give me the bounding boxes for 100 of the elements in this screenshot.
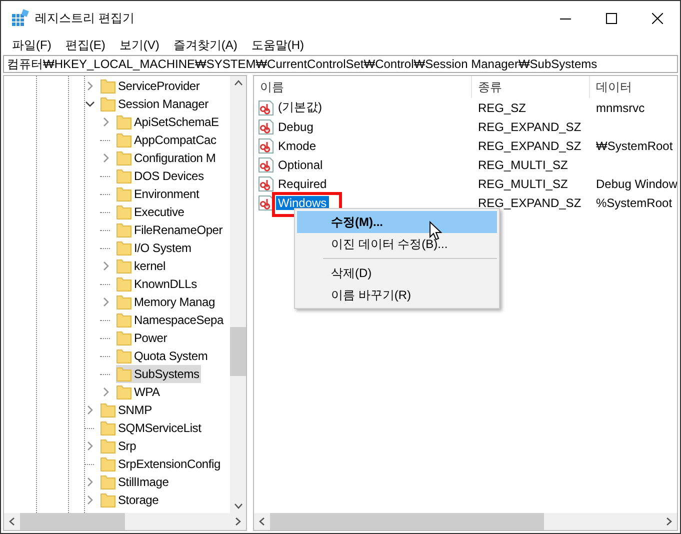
maximize-icon xyxy=(606,12,616,24)
table-cell-text: Debug Window xyxy=(595,176,677,190)
table-cell-text: REG_MULTI_SZ xyxy=(477,158,569,172)
chevron-right-icon[interactable] xyxy=(101,153,111,163)
chevron-right-icon[interactable] xyxy=(85,495,95,505)
folder-icon xyxy=(100,96,116,112)
tree-item[interactable]: StillImage xyxy=(100,473,171,491)
folder-icon xyxy=(116,204,132,220)
folder-icon xyxy=(116,276,132,292)
tree-item[interactable]: FileRenameOper xyxy=(116,221,225,239)
tree-item[interactable]: AppCompatCac xyxy=(116,131,218,149)
folder-icon xyxy=(100,402,116,418)
value-name[interactable]: Kmode xyxy=(276,138,318,152)
chevron-right-icon[interactable] xyxy=(85,477,95,487)
chevron-right-icon[interactable] xyxy=(101,261,111,271)
column-header[interactable]: 이름 xyxy=(254,76,472,98)
scrollbar-thumb[interactable] xyxy=(230,327,246,376)
tree-item[interactable]: SQMServiceList xyxy=(100,419,204,437)
menu-item[interactable]: 즐겨찾기(A) xyxy=(166,36,244,54)
column-header[interactable]: 데이터 xyxy=(590,76,677,98)
menu-item[interactable]: 삭제(D) xyxy=(297,262,497,284)
tree-item[interactable]: KnownDLLs xyxy=(116,275,199,293)
tree-item[interactable]: Srp xyxy=(100,437,138,455)
chevron-right-icon[interactable] xyxy=(85,405,95,415)
vertical-scrollbar[interactable] xyxy=(230,76,246,513)
tree-item[interactable]: SrpExtensionConfig xyxy=(100,455,222,473)
string-value-icon xyxy=(258,156,274,172)
tree-item[interactable]: SNMP xyxy=(100,401,154,419)
table-cell-text: REG_EXPAND_SZ xyxy=(477,120,582,134)
chevron-right-icon xyxy=(666,517,672,526)
folder-icon xyxy=(116,258,132,274)
chevron-left-icon xyxy=(9,517,15,526)
folder-icon xyxy=(100,456,116,472)
menu-item[interactable]: 이름 바꾸기(R) xyxy=(297,284,497,306)
chevron-up-icon xyxy=(234,80,242,86)
chevron-right-icon[interactable] xyxy=(85,81,95,91)
chevron-right-icon xyxy=(235,517,241,526)
tree-item[interactable]: Configuration M xyxy=(116,149,218,167)
menu-item[interactable]: 보기(V) xyxy=(112,36,166,54)
menu-item[interactable]: 이진 데이터 수정(B)... xyxy=(297,233,497,255)
value-name[interactable]: (기본값) xyxy=(276,99,324,116)
value-name[interactable]: Optional xyxy=(276,158,325,172)
chevron-right-icon[interactable] xyxy=(101,117,111,127)
tree-item[interactable]: ServiceProvider xyxy=(100,77,202,95)
chevron-left-icon xyxy=(259,517,265,526)
scrollbar-thumb[interactable] xyxy=(20,513,125,530)
folder-icon xyxy=(116,330,132,346)
value-name[interactable]: Windows xyxy=(276,196,329,210)
folder-icon xyxy=(100,78,116,94)
folder-icon xyxy=(100,474,116,490)
tree-item[interactable]: Session Manager xyxy=(100,95,210,113)
tree-item[interactable]: Power xyxy=(116,329,170,347)
folder-icon xyxy=(100,420,116,436)
folder-icon xyxy=(116,132,132,148)
folder-icon xyxy=(116,222,132,238)
string-value-icon xyxy=(258,138,274,154)
string-value-icon xyxy=(258,194,274,210)
menu-item[interactable]: 파일(F) xyxy=(5,36,58,54)
tree-item[interactable]: kernel xyxy=(116,257,168,275)
cursor-icon xyxy=(429,221,443,241)
folder-icon xyxy=(116,150,132,166)
folder-icon xyxy=(116,186,132,202)
tree-item[interactable]: Storage xyxy=(100,491,161,509)
folder-icon xyxy=(100,438,116,454)
table-cell-text: %SystemRoot xyxy=(595,196,674,210)
column-header[interactable]: 종류 xyxy=(472,76,590,98)
horizontal-scrollbar[interactable] xyxy=(254,513,677,530)
string-value-icon xyxy=(258,118,274,134)
tree-item[interactable]: Environment xyxy=(116,185,202,203)
scrollbar-thumb[interactable] xyxy=(270,513,544,530)
horizontal-scrollbar[interactable] xyxy=(4,513,246,530)
tree-item[interactable]: ApiSetSchemaE xyxy=(116,113,221,131)
tree-item[interactable]: Executive xyxy=(116,203,186,221)
folder-icon xyxy=(100,492,116,508)
chevron-right-icon[interactable] xyxy=(85,441,95,451)
folder-icon xyxy=(116,294,132,310)
menu-item[interactable]: 수정(M)... xyxy=(297,211,497,233)
folder-icon xyxy=(116,366,132,382)
address-field[interactable]: 컴퓨터₩HKEY_LOCAL_MACHINE₩SYSTEM₩CurrentControlSet₩Control₩Session Manager₩SubSystems xyxy=(3,55,678,73)
tree-item[interactable]: Memory Manag xyxy=(116,293,217,311)
tree-item[interactable]: I/O System xyxy=(116,239,194,257)
chevron-right-icon[interactable] xyxy=(101,297,111,307)
grid-icon xyxy=(11,9,29,27)
close-icon xyxy=(652,12,662,24)
folder-icon xyxy=(116,240,132,256)
window-title: 레지스트리 편집기 xyxy=(35,10,134,26)
chevron-right-icon[interactable] xyxy=(101,387,111,397)
chevron-down-icon xyxy=(234,503,242,509)
string-value-icon xyxy=(258,176,274,192)
value-name[interactable]: Required xyxy=(276,176,329,190)
chevron-down-icon[interactable] xyxy=(85,99,95,109)
menu-item[interactable]: 편집(E) xyxy=(58,36,112,54)
tree-item[interactable]: DOS Devices xyxy=(116,167,206,185)
value-name[interactable]: Debug xyxy=(276,120,316,134)
menu-item[interactable]: 도움말(H) xyxy=(244,36,311,54)
tree-item[interactable]: NamespaceSepa xyxy=(116,311,226,329)
tree-item[interactable]: WPA xyxy=(116,383,162,401)
tree-item[interactable]: SubSystems xyxy=(116,365,202,383)
table-cell-text: REG_EXPAND_SZ xyxy=(477,196,582,210)
tree-item[interactable]: Quota System xyxy=(116,347,210,365)
